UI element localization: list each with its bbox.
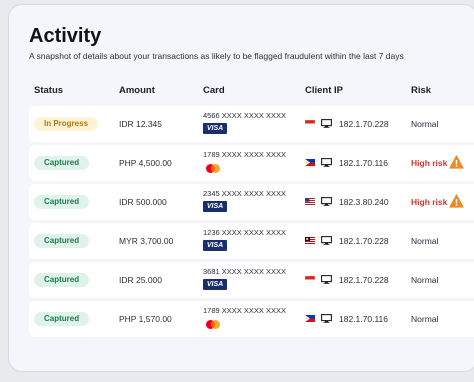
card-number: 4566 XXXX XXXX XXXX	[203, 111, 286, 120]
philippines-flag-icon	[305, 315, 315, 322]
visa-logo: VISA	[203, 201, 227, 212]
amount-value: PHP 4,500.00	[119, 158, 172, 168]
table-row[interactable]: Captured IDR 500.000 2345 XXXX XXXX XXXX…	[29, 184, 474, 220]
page-subtitle: A snapshot of details about your transac…	[29, 51, 404, 61]
client-ip: 182.1.70.116	[339, 158, 388, 168]
card-number: 1789 XXXX XXXX XXXX	[203, 306, 286, 315]
column-header-status[interactable]: Status	[34, 85, 63, 96]
amount-value: IDR 25.000	[119, 275, 162, 285]
activity-panel: Activity A snapshot of details about you…	[8, 4, 474, 372]
monitor-icon	[321, 275, 332, 284]
column-header-card[interactable]: Card	[203, 85, 225, 96]
status-badge: Captured	[34, 156, 90, 170]
mastercard-logo	[206, 320, 220, 329]
card-number: 1236 XXXX XXXX XXXX	[203, 228, 286, 237]
table-row[interactable]: Captured MYR 3,700.00 1236 XXXX XXXX XXX…	[29, 223, 474, 259]
client-ip: 182.1.70.228	[339, 236, 389, 246]
monitor-icon	[321, 314, 332, 323]
amount-value: MYR 3,700.00	[119, 236, 174, 246]
table-row[interactable]: Captured IDR 25.000 3681 XXXX XXXX XXXX …	[29, 262, 474, 298]
column-header-client-ip[interactable]: Client IP	[305, 85, 343, 96]
status-badge: Captured	[34, 234, 90, 248]
risk-label: Normal	[411, 314, 439, 324]
indonesia-flag-icon	[305, 120, 315, 127]
table-row[interactable]: Captured PHP 1,570.00 1789 XXXX XXXX XXX…	[29, 301, 474, 337]
monitor-icon	[321, 236, 332, 245]
monitor-icon	[321, 197, 332, 206]
card-number: 3681 XXXX XXXX XXXX	[203, 267, 286, 276]
visa-logo: VISA	[203, 123, 227, 134]
warning-icon	[449, 194, 464, 208]
warning-icon	[449, 155, 464, 169]
visa-logo: VISA	[203, 240, 227, 251]
client-ip: 182.1.70.116	[339, 314, 388, 324]
malaysia-flag-icon	[305, 237, 315, 244]
table-row[interactable]: In Progress IDR 12.345 4566 XXXX XXXX XX…	[29, 106, 474, 142]
client-ip: 182.3.80.240	[339, 197, 389, 207]
status-badge: Captured	[34, 312, 90, 326]
risk-label: Normal	[411, 275, 439, 285]
risk-label: Normal	[411, 119, 439, 129]
status-badge: Captured	[34, 273, 90, 287]
column-header-amount[interactable]: Amount	[119, 85, 155, 96]
risk-label: High risk	[411, 158, 448, 168]
visa-logo: VISA	[203, 279, 227, 290]
card-number: 1789 XXXX XXXX XXXX	[203, 150, 286, 159]
risk-label: Normal	[411, 236, 439, 246]
monitor-icon	[321, 158, 332, 167]
status-badge: In Progress	[34, 117, 99, 131]
table-header: Status Amount Card Client IP Risk	[29, 81, 474, 103]
client-ip: 182.1.70.228	[339, 275, 389, 285]
card-number: 2345 XXXX XXXX XXXX	[203, 189, 286, 198]
client-ip: 182.1.70.228	[339, 119, 389, 129]
indonesia-flag-icon	[305, 276, 315, 283]
usa-flag-icon	[305, 198, 315, 205]
column-header-risk[interactable]: Risk	[411, 85, 431, 96]
mastercard-logo	[206, 164, 220, 173]
table-row[interactable]: Captured PHP 4,500.00 1789 XXXX XXXX XXX…	[29, 145, 474, 181]
monitor-icon	[321, 119, 332, 128]
risk-label: High risk	[411, 197, 448, 207]
amount-value: IDR 12.345	[119, 119, 162, 129]
amount-value: IDR 500.000	[119, 197, 167, 207]
status-badge: Captured	[34, 195, 90, 209]
philippines-flag-icon	[305, 159, 315, 166]
amount-value: PHP 1,570.00	[119, 314, 172, 324]
page-title: Activity	[29, 25, 102, 47]
